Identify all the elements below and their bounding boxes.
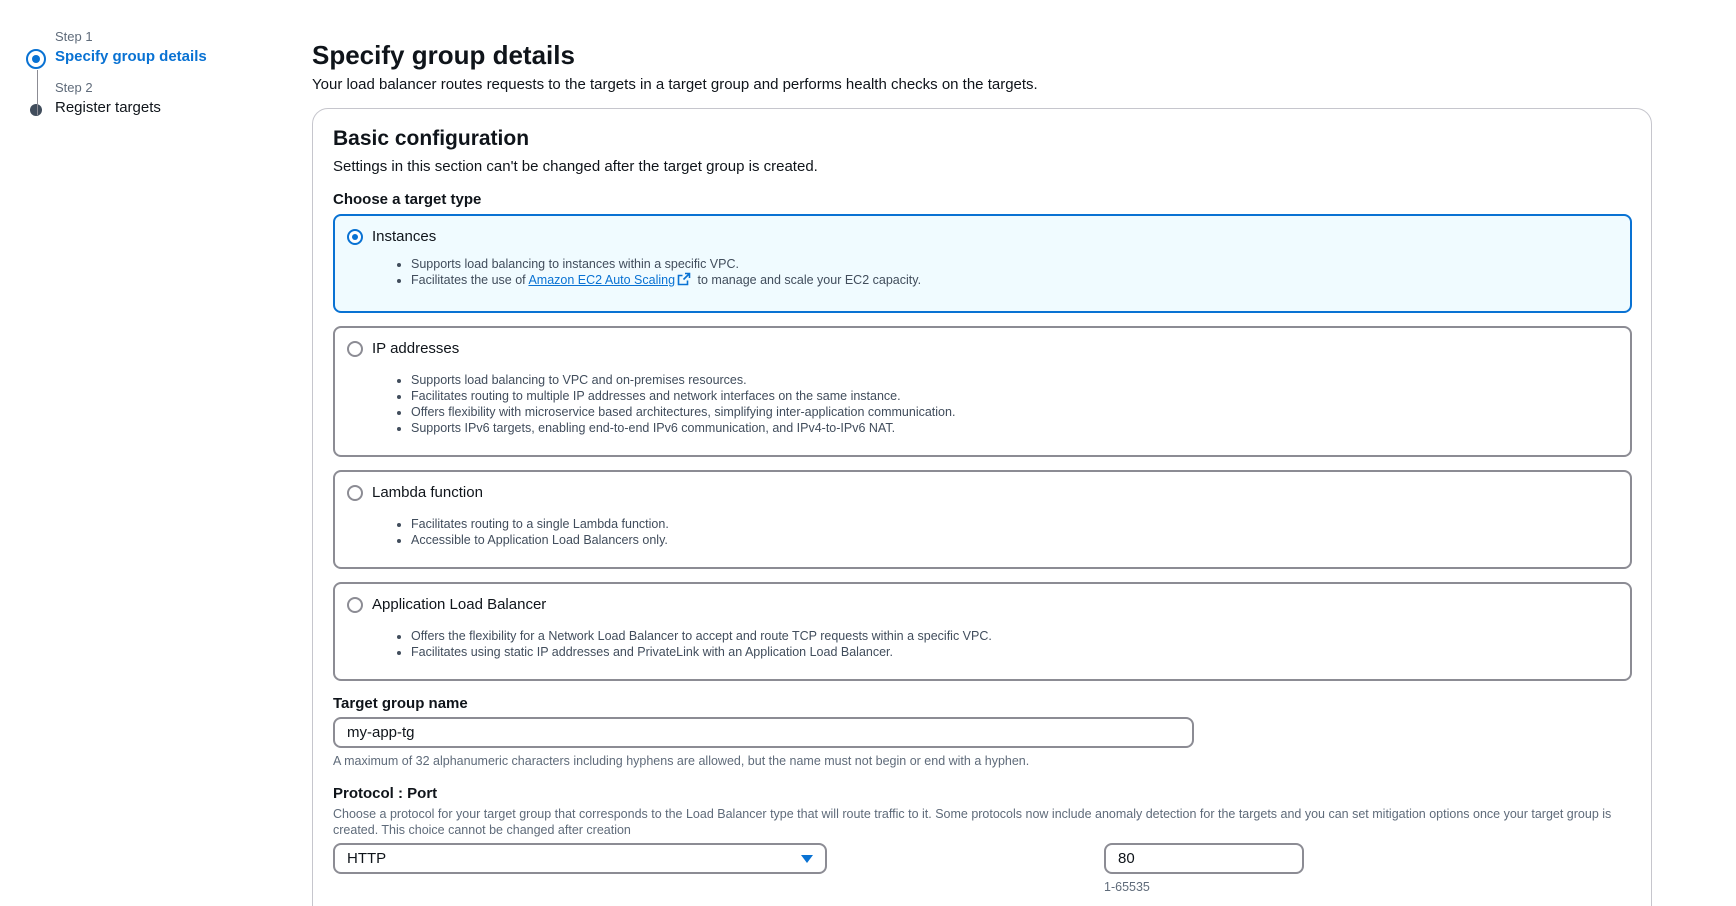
list-item: Supports load balancing to instances wit… [411, 256, 1618, 272]
list-item: Facilitates routing to multiple IP addre… [411, 388, 1618, 404]
step-number: Step 2 [55, 80, 93, 95]
radio-button-lambda-function[interactable] [347, 485, 363, 501]
port-range-hint: 1-65535 [1104, 880, 1150, 894]
wizard-steps: Step 1 Specify group details Step 2 Regi… [26, 28, 266, 118]
target-group-name-hint: A maximum of 32 alphanumeric characters … [333, 754, 1030, 768]
select-value: HTTP [347, 850, 387, 867]
tile-bullets: Facilitates routing to a single Lambda f… [411, 516, 1618, 548]
target-type-tile-application-load-balancer[interactable]: Application Load Balancer Offers the fle… [333, 582, 1632, 681]
list-item: Supports load balancing to VPC and on-pr… [411, 372, 1618, 388]
input-value: 80 [1118, 850, 1135, 867]
tile-bullets: Offers the flexibility for a Network Loa… [411, 628, 1618, 660]
target-type-tiles: Instances Supports load balancing to ins… [333, 214, 1633, 681]
radio-button-instances[interactable] [347, 229, 363, 245]
list-item: Supports IPv6 targets, enabling end-to-e… [411, 420, 1618, 436]
tile-label: IP addresses [372, 340, 460, 357]
wizard-step-1[interactable]: Step 1 Specify group details [26, 28, 266, 69]
list-item: Accessible to Application Load Balancers… [411, 532, 1618, 548]
tile-bullets: Supports load balancing to instances wit… [411, 256, 1618, 290]
protocol-select[interactable]: HTTP [333, 843, 827, 874]
list-item: Offers flexibility with microservice bas… [411, 404, 1618, 420]
page-header: Specify group details Your load balancer… [312, 38, 1652, 96]
page-description: Your load balancer routes requests to th… [312, 76, 1038, 93]
list-item: Facilitates routing to a single Lambda f… [411, 516, 1618, 532]
list-item: Facilitates the use of Amazon EC2 Auto S… [411, 272, 1618, 290]
step-title: Register targets [55, 99, 161, 116]
bullet-prefix: Facilitates the use of [411, 273, 529, 287]
tile-label: Application Load Balancer [372, 596, 547, 613]
list-item: Facilitates using static IP addresses an… [411, 644, 1618, 660]
section-description: Settings in this section can't be change… [333, 158, 818, 175]
target-type-label: Choose a target type [333, 191, 482, 208]
step-active-indicator-icon [26, 49, 46, 69]
radio-button-ip-addresses[interactable] [347, 341, 363, 357]
list-item: Offers the flexibility for a Network Loa… [411, 628, 1618, 644]
external-link-icon[interactable] [677, 272, 691, 290]
step-number: Step 1 [55, 29, 93, 44]
target-type-tile-lambda-function[interactable]: Lambda function Facilitates routing to a… [333, 470, 1632, 569]
step-inactive-indicator-icon [30, 104, 42, 116]
page-title: Specify group details [312, 40, 575, 70]
tile-label: Lambda function [372, 484, 483, 501]
input-value: my-app-tg [347, 724, 415, 741]
step-connector-line [37, 70, 38, 115]
wizard-step-2[interactable]: Step 2 Register targets [26, 79, 266, 118]
step-title[interactable]: Specify group details [55, 46, 266, 67]
caret-down-icon [801, 854, 813, 863]
target-type-tile-ip-addresses[interactable]: IP addresses Supports load balancing to … [333, 326, 1632, 457]
section-title: Basic configuration [333, 127, 530, 150]
protocol-port-description: Choose a protocol for your target group … [333, 807, 1612, 837]
target-group-name-input[interactable]: my-app-tg [333, 717, 1194, 748]
ec2-auto-scaling-link[interactable]: Amazon EC2 Auto Scaling [528, 273, 675, 287]
port-input[interactable]: 80 [1104, 843, 1304, 874]
tile-label: Instances [372, 228, 437, 245]
protocol-port-label: Protocol : Port [333, 785, 438, 802]
target-group-name-label: Target group name [333, 695, 468, 712]
bullet-suffix: to manage and scale your EC2 capacity. [694, 273, 922, 287]
radio-button-application-load-balancer[interactable] [347, 597, 363, 613]
tile-bullets: Supports load balancing to VPC and on-pr… [411, 372, 1618, 436]
basic-configuration-container: Basic configuration Settings in this sec… [312, 108, 1652, 906]
target-type-tile-instances[interactable]: Instances Supports load balancing to ins… [333, 214, 1632, 313]
